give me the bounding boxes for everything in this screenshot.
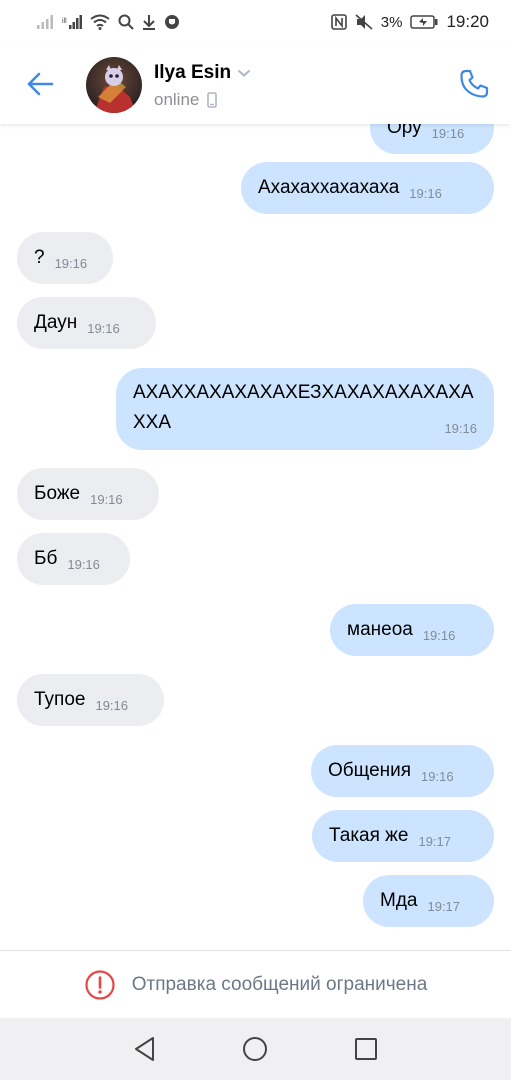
message-text: Боже: [34, 483, 81, 504]
contact-status: online: [154, 90, 218, 110]
back-button[interactable]: [22, 66, 58, 102]
avatar[interactable]: [86, 57, 142, 113]
message-text: ?: [34, 247, 45, 268]
status-bar-right: 3% 19:20: [330, 12, 489, 32]
restriction-text: Отправка сообщений ограничена: [131, 973, 428, 995]
wifi-icon: [90, 14, 110, 30]
message-text: Ору: [387, 124, 422, 138]
contact-status-text: online: [154, 90, 200, 109]
message-bubble-outgoing[interactable]: Ахахаххахахаха 19:16: [241, 162, 494, 214]
message-time: 19:16: [67, 557, 100, 572]
message-text: Тупое: [34, 689, 86, 710]
arrow-left-icon: [27, 72, 54, 96]
message-text: Даун: [34, 312, 78, 333]
square-recents-icon: [354, 1038, 377, 1060]
message-time: 19:17: [418, 834, 452, 849]
message-time: 19:16: [444, 421, 477, 436]
message-bubble-incoming[interactable]: ? 19:16: [17, 232, 113, 284]
nav-recents-button[interactable]: [346, 1029, 386, 1069]
message-time: 19:17: [427, 899, 461, 914]
message-text: Ахахаххахахаха: [258, 177, 400, 198]
clock: 19:20: [446, 12, 489, 31]
contact-name-text: Ilya Esin: [154, 62, 232, 83]
exclamation-circle-icon: [85, 969, 115, 1000]
message-bubble-outgoing[interactable]: манеоа 19:16: [330, 604, 494, 656]
message-text: Такая же: [329, 825, 409, 846]
message-text: Мда: [380, 890, 418, 911]
message-time: 19:16: [431, 126, 465, 141]
contact-name[interactable]: Ilya Esin: [154, 62, 251, 84]
message-bubble-incoming[interactable]: Бб 19:16: [17, 533, 130, 585]
nav-home-button[interactable]: [235, 1029, 275, 1069]
mute-icon: [355, 14, 373, 30]
message-bubble-incoming[interactable]: Боже 19:16: [17, 468, 159, 520]
message-text: манеоа: [347, 619, 413, 640]
message-list[interactable]: Ору 19:16 Ахахаххахахаха 19:16 ? 19:16 Д…: [0, 124, 511, 950]
message-time: 19:16: [421, 769, 454, 784]
message-bubble-incoming[interactable]: Тупое 19:16: [17, 674, 164, 726]
signal-icon: ill: [62, 14, 82, 30]
system-nav-bar: [0, 1018, 511, 1080]
message-bubble-outgoing[interactable]: Ору 19:16: [370, 124, 494, 154]
download-icon: [142, 14, 156, 30]
message-text: Общения: [328, 760, 412, 781]
triangle-back-icon: [135, 1037, 155, 1061]
message-time: 19:16: [54, 256, 88, 271]
message-bubble-outgoing[interactable]: Такая же 19:17: [312, 810, 494, 862]
message-text: Бб: [34, 548, 58, 569]
call-button[interactable]: [454, 64, 494, 104]
status-bar: ill 3% 19:20: [0, 0, 511, 44]
search-icon: [118, 14, 134, 30]
shield-icon: [164, 14, 180, 30]
svg-text:ill: ill: [62, 18, 67, 25]
message-bubble-outgoing[interactable]: Мда 19:17: [363, 875, 494, 927]
chat-header: Ilya Esin online: [0, 44, 511, 124]
battery-charging-icon: [410, 15, 438, 29]
nfc-icon: [330, 14, 347, 30]
message-time: 19:16: [409, 186, 442, 201]
battery-percent: 3%: [380, 13, 403, 31]
messaging-restricted-notice: Отправка сообщений ограничена: [0, 950, 511, 1018]
message-text: АХАХХАХАХАХАХЕЗХАХАХАХАХАХАХХА: [133, 382, 474, 433]
phone-icon: [460, 69, 489, 98]
message-bubble-outgoing[interactable]: АХАХХАХАХАХАХЕЗХАХАХАХАХАХАХХА 19:16: [116, 368, 494, 450]
message-bubble-incoming[interactable]: Даун 19:16: [17, 297, 156, 349]
status-bar-left: ill: [36, 14, 180, 30]
chevron-down-icon: [238, 70, 251, 77]
nav-back-button[interactable]: [125, 1029, 165, 1069]
message-time: 19:16: [90, 492, 123, 507]
message-time: 19:16: [95, 698, 129, 713]
message-time: 19:16: [87, 321, 120, 336]
message-bubble-outgoing[interactable]: Общения 19:16: [311, 745, 494, 797]
signal-weak-icon: [36, 14, 54, 30]
mobile-device-icon: [207, 92, 218, 108]
circle-home-icon: [243, 1037, 268, 1061]
message-time: 19:16: [422, 628, 456, 643]
